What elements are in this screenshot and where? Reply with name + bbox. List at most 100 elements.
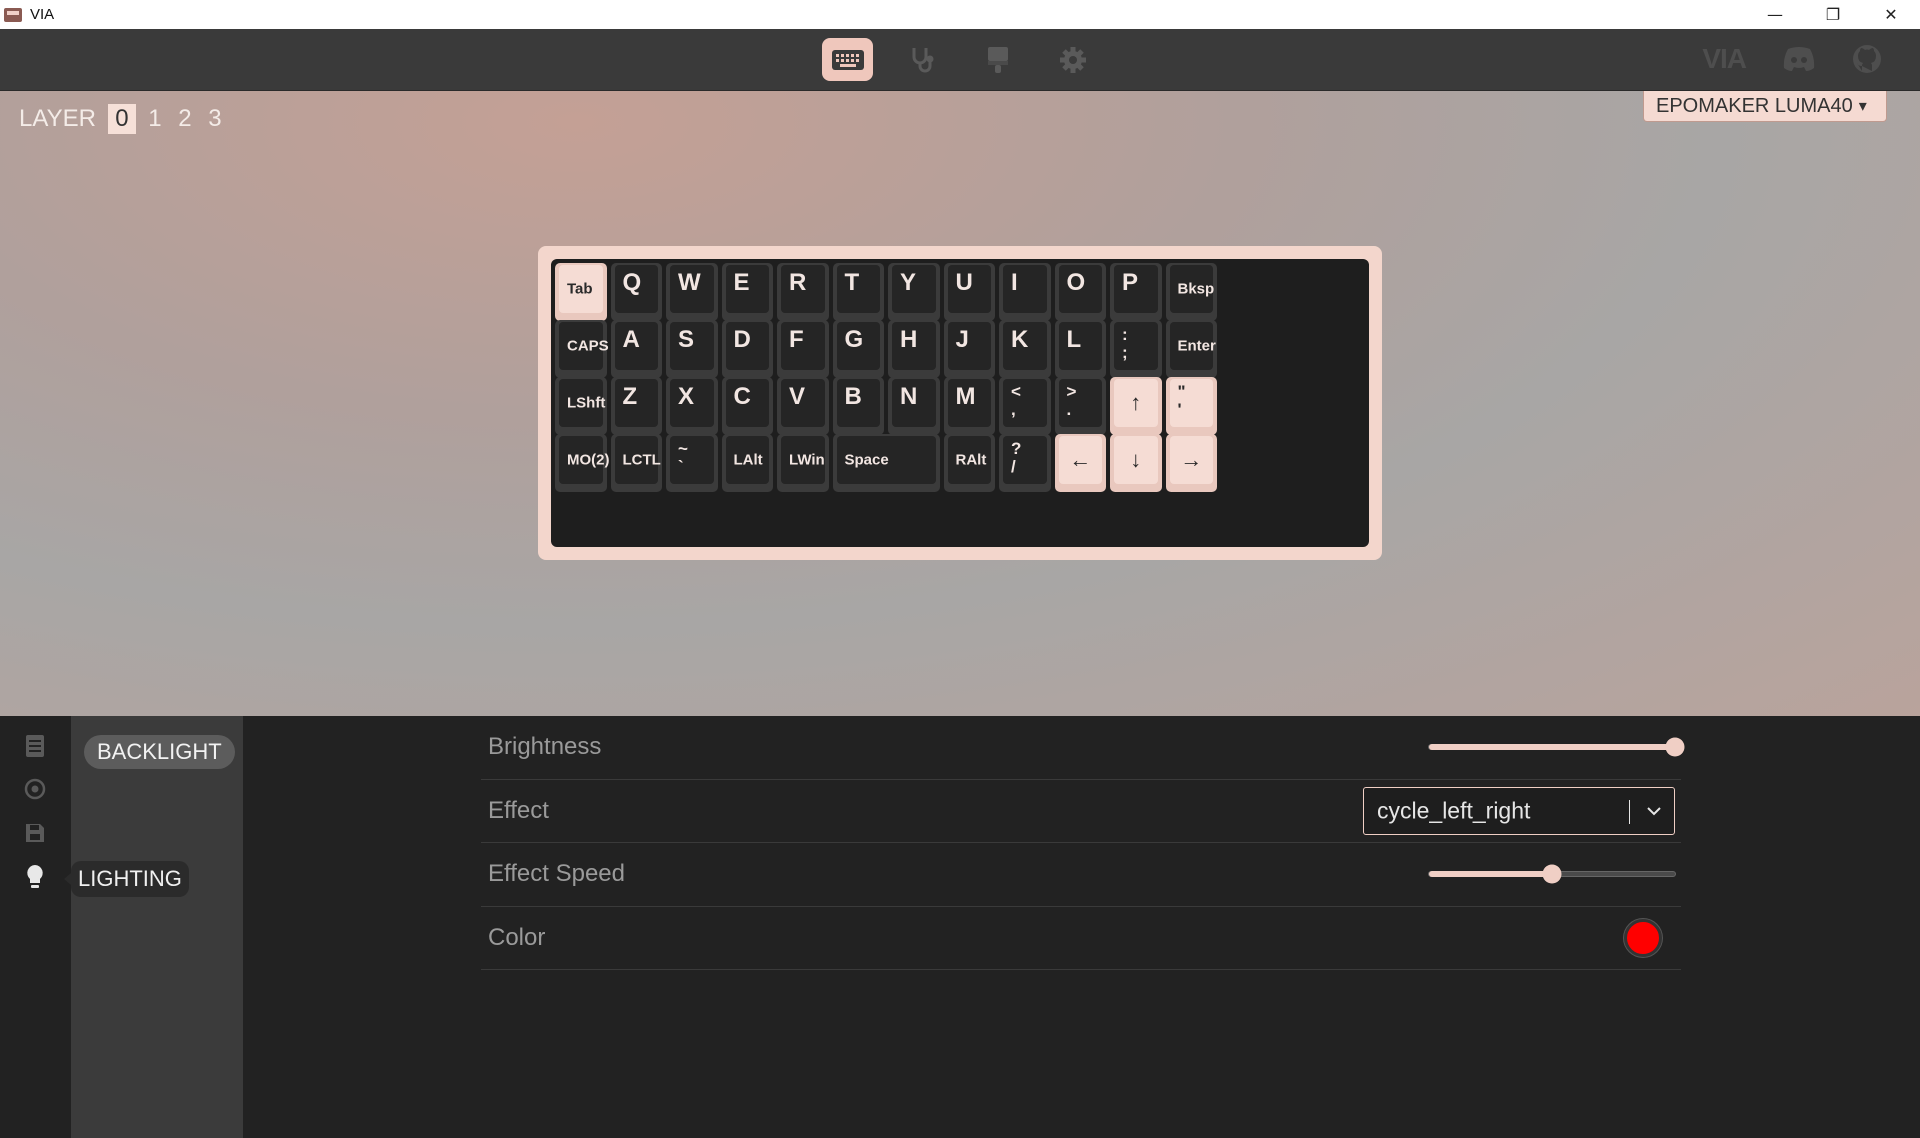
keycap: I xyxy=(1003,265,1047,313)
key[interactable]: MO(2) xyxy=(555,434,610,492)
key[interactable]: Bksp xyxy=(1165,263,1217,321)
restore-button[interactable]: ❐ xyxy=(1804,0,1862,29)
key[interactable]: ? / xyxy=(999,434,1051,492)
save-icon[interactable] xyxy=(22,820,48,846)
key-label: L xyxy=(1066,326,1082,353)
key-label: Space xyxy=(844,451,889,469)
key[interactable]: > . xyxy=(1054,377,1106,435)
effect-speed-label: Effect Speed xyxy=(488,860,625,888)
minimize-button[interactable]: — xyxy=(1746,0,1804,29)
key[interactable]: J xyxy=(943,320,995,378)
key[interactable]: LWin xyxy=(777,434,829,492)
key[interactable]: Z xyxy=(610,377,662,435)
tab-test[interactable] xyxy=(897,38,948,81)
keycap: < , xyxy=(1003,379,1047,427)
key-label: LShft xyxy=(567,394,606,412)
record-icon[interactable] xyxy=(22,776,48,802)
top-nav: VIA xyxy=(0,29,1920,91)
key[interactable]: X xyxy=(666,377,718,435)
lightbulb-icon[interactable] xyxy=(22,864,48,890)
window-titlebar: VIA — ❐ ✕ xyxy=(0,0,1920,29)
key[interactable]: CAPS xyxy=(555,320,609,378)
key[interactable]: " ' xyxy=(1165,377,1217,435)
layer-0-button[interactable]: 0 xyxy=(107,104,136,134)
key[interactable]: F xyxy=(777,320,829,378)
brightness-thumb[interactable] xyxy=(1665,737,1685,757)
key[interactable]: LAlt xyxy=(721,434,773,492)
key[interactable]: K xyxy=(999,320,1051,378)
key[interactable]: ↑ xyxy=(1110,377,1162,435)
layer-2-button[interactable]: 2 xyxy=(174,105,196,133)
keycap: M xyxy=(947,379,991,427)
key[interactable]: C xyxy=(721,377,773,435)
effect-speed-thumb[interactable] xyxy=(1542,864,1562,884)
key[interactable]: A xyxy=(610,320,662,378)
key[interactable]: D xyxy=(721,320,773,378)
close-button[interactable]: ✕ xyxy=(1862,0,1920,29)
key[interactable]: : ; xyxy=(1110,320,1162,378)
key[interactable]: E xyxy=(721,263,773,321)
key[interactable]: Space xyxy=(832,434,940,492)
key[interactable]: S xyxy=(666,320,718,378)
tab-settings[interactable] xyxy=(1047,38,1098,81)
effect-select[interactable]: cycle_left_right xyxy=(1363,786,1675,835)
key[interactable]: U xyxy=(943,263,995,321)
key[interactable]: H xyxy=(888,320,940,378)
key[interactable]: Q xyxy=(610,263,662,321)
key[interactable]: → xyxy=(1165,434,1217,492)
key-label: D xyxy=(733,326,751,353)
key[interactable]: W xyxy=(666,263,718,321)
key[interactable]: Tab xyxy=(555,263,607,321)
effect-speed-slider[interactable] xyxy=(1428,864,1676,884)
layer-3-button[interactable]: 3 xyxy=(204,105,226,133)
key[interactable]: LCTL xyxy=(610,434,662,492)
brightness-label: Brightness xyxy=(488,733,602,761)
keycap: Z xyxy=(614,379,658,427)
via-logo[interactable]: VIA xyxy=(1702,43,1747,75)
tab-design[interactable] xyxy=(972,38,1023,81)
tab-configure[interactable] xyxy=(822,38,873,81)
keycap: C xyxy=(725,379,769,427)
key[interactable]: RAlt xyxy=(943,434,995,492)
key-label: F xyxy=(789,326,804,353)
key[interactable]: M xyxy=(943,377,995,435)
keycap: ~ ` xyxy=(670,436,714,484)
key[interactable]: ~ ` xyxy=(666,434,718,492)
lighting-tooltip: LIGHTING xyxy=(64,861,189,897)
key[interactable]: B xyxy=(832,377,884,435)
layer-label: LAYER xyxy=(19,105,96,132)
key[interactable]: T xyxy=(832,263,884,321)
brightness-slider[interactable] xyxy=(1428,737,1685,757)
key[interactable]: G xyxy=(832,320,884,378)
key[interactable]: Enter xyxy=(1165,320,1217,378)
key[interactable]: O xyxy=(1054,263,1106,321)
key[interactable]: < , xyxy=(999,377,1051,435)
key[interactable]: ← xyxy=(1054,434,1106,492)
key[interactable]: LShft xyxy=(555,377,607,435)
key[interactable]: ↓ xyxy=(1110,434,1162,492)
key[interactable]: N xyxy=(888,377,940,435)
device-selector[interactable]: EPOMAKER LUMA40 ▾ xyxy=(1643,91,1887,122)
layer-1-button[interactable]: 1 xyxy=(144,105,166,133)
key[interactable]: P xyxy=(1110,263,1162,321)
key[interactable]: L xyxy=(1054,320,1106,378)
key-label: Y xyxy=(900,269,917,296)
stethoscope-icon xyxy=(912,47,933,72)
key[interactable]: R xyxy=(777,263,829,321)
discord-icon[interactable] xyxy=(1782,46,1816,72)
key-label: Enter xyxy=(1177,337,1216,355)
keymap-icon[interactable] xyxy=(22,733,48,759)
via-app-icon xyxy=(4,7,22,22)
effect-row: Effect cycle_left_right xyxy=(481,780,1681,843)
submenu-item-backlight[interactable]: BACKLIGHT xyxy=(84,735,235,769)
github-icon[interactable] xyxy=(1852,44,1882,74)
keycap: U xyxy=(947,265,991,313)
key-label: C xyxy=(733,383,751,410)
keycap: LCTL xyxy=(614,436,661,484)
key-label: LWin xyxy=(789,451,825,469)
nav-tabs xyxy=(822,38,1098,81)
key[interactable]: V xyxy=(777,377,829,435)
key[interactable]: Y xyxy=(888,263,940,321)
color-picker-swatch[interactable] xyxy=(1624,918,1662,957)
key[interactable]: I xyxy=(999,263,1051,321)
